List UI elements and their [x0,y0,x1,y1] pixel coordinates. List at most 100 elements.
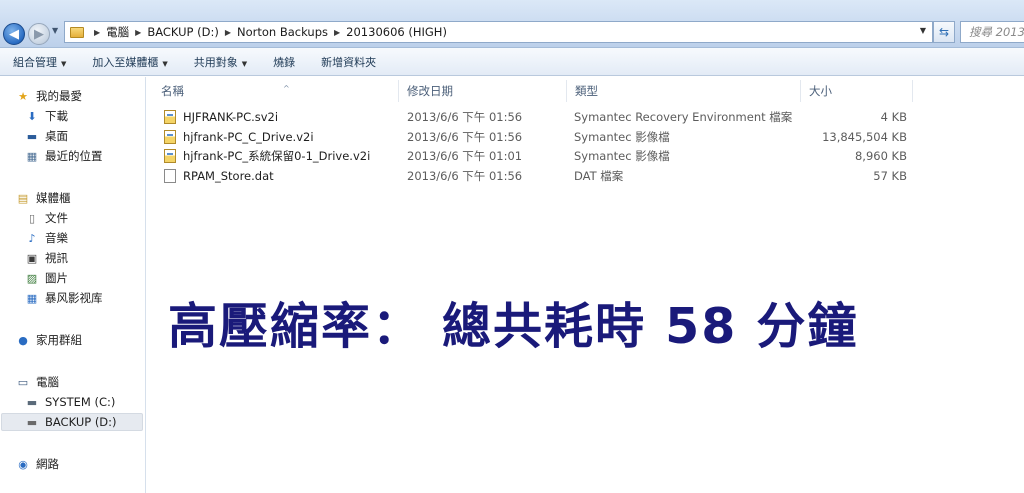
file-modified: 2013/6/6 下午 01:01 [407,149,523,163]
search-input[interactable]: 搜尋 20130 [960,21,1024,43]
nav-network[interactable]: ◉ 網路 [16,455,59,473]
nav-desktop-label: 桌面 [45,129,68,143]
file-size: 8,960 KB [854,149,907,163]
homegroup-icon: ● [18,333,28,347]
nav-computer[interactable]: ▭ 電腦 [16,373,59,391]
nav-favorites[interactable]: ★ 我的最愛 [16,87,82,105]
film-icon: ▣ [26,251,38,265]
share-with-menu[interactable]: 共用對象 ▼ [181,54,260,70]
file-name-cell[interactable]: hjfrank-PC_系統保留0-1_Drive.v2i [164,146,370,166]
file-name: hjfrank-PC_C_Drive.v2i [183,130,314,144]
organize-menu[interactable]: 組合管理 ▼ [0,54,79,70]
chevron-right-icon[interactable]: ▶ [225,28,231,37]
back-button[interactable]: ◀ [3,23,25,45]
file-name: hjfrank-PC_系統保留0-1_Drive.v2i [183,149,371,163]
nav-recent-label: 最近的位置 [45,149,103,163]
hard-drive-icon: ▬ [26,415,38,429]
add-to-library-menu[interactable]: 加入至媒體櫃 ▼ [79,54,180,70]
nav-libraries-label: 媒體櫃 [36,191,71,205]
nav-drive-d[interactable]: ▬ BACKUP (D:) [1,413,143,431]
file-name-cell[interactable]: hjfrank-PC_C_Drive.v2i [164,127,314,147]
table-row[interactable]: hjfrank-PC_系統保留0-1_Drive.v2i 2013/6/6 下午… [160,146,920,166]
file-modified: 2013/6/6 下午 01:56 [407,110,523,124]
forward-arrow-icon: ▶ [34,26,44,42]
file-name: RPAM_Store.dat [183,169,274,183]
column-modified-label: 修改日期 [407,84,453,98]
nav-desktop[interactable]: ▬ 桌面 [25,127,68,145]
chevron-right-icon[interactable]: ▶ [135,28,141,37]
nav-libraries[interactable]: ▤ 媒體櫃 [16,189,71,207]
nav-drive-d-label: BACKUP (D:) [45,415,117,429]
media-library-icon: ▦ [26,291,38,305]
nav-downloads[interactable]: ⬇ 下載 [25,107,68,125]
column-header-type[interactable]: 類型 [569,80,801,102]
nav-drive-c[interactable]: ▬ SYSTEM (C:) [25,393,116,411]
star-icon: ★ [18,89,28,103]
nav-documents-label: 文件 [45,211,68,225]
nav-homegroup-label: 家用群組 [36,333,82,347]
file-type: Symantec Recovery Environment 檔案 [574,110,793,124]
nav-documents[interactable]: ▯ 文件 [25,209,68,227]
v2i-image-icon [164,149,176,163]
table-row[interactable]: HJFRANK-PC.sv2i 2013/6/6 下午 01:56 Symant… [160,107,920,127]
address-field[interactable]: ▶ 電腦 ▶ BACKUP (D:) ▶ Norton Backups ▶ 20… [64,21,933,43]
breadcrumb-computer[interactable]: 電腦 [106,24,129,40]
file-size: 57 KB [873,169,907,183]
nav-storm-label: 暴风影视库 [45,291,103,305]
organize-label: 組合管理 [13,55,57,69]
breadcrumb-norton-backups[interactable]: Norton Backups [237,25,328,39]
nav-videos-label: 視訊 [45,251,68,265]
network-icon: ◉ [18,457,28,471]
nav-videos[interactable]: ▣ 視訊 [25,249,68,267]
nav-pictures[interactable]: ▨ 圖片 [25,269,68,287]
file-type: DAT 檔案 [574,169,624,183]
computer-icon: ▭ [17,375,29,389]
v2i-image-icon [164,130,176,144]
address-dropdown-icon[interactable]: ▼ [920,26,926,35]
file-name-cell[interactable]: RPAM_Store.dat [164,166,274,186]
nav-favorites-label: 我的最愛 [36,89,82,103]
compression-time-caption: 高壓縮率： 總共耗時 58 分鐘 [168,298,859,355]
file-list-pane: 名稱 ^ 修改日期 類型 大小 HJFRANK-PC.sv2i 2013/6/6 … [147,77,1024,493]
library-icon: ▤ [17,191,29,205]
file-name-cell[interactable]: HJFRANK-PC.sv2i [164,107,278,127]
column-header-modified[interactable]: 修改日期 [401,80,567,102]
nav-homegroup[interactable]: ● 家用群組 [16,331,82,349]
folder-icon [70,26,84,38]
column-header-size[interactable]: 大小 [803,80,913,102]
address-bar-region: ◀ ▶ ▼ ▶ 電腦 ▶ BACKUP (D:) ▶ Norton Backup… [0,0,1024,48]
breadcrumb-current-folder[interactable]: 20130606 (HIGH) [346,25,447,39]
new-folder-button[interactable]: 新增資料夾 [308,54,389,70]
sv2i-file-icon [164,110,176,124]
file-size: 13,845,504 KB [822,130,907,144]
table-row[interactable]: hjfrank-PC_C_Drive.v2i 2013/6/6 下午 01:56… [160,127,920,147]
chevron-down-icon: ▼ [241,59,248,68]
nav-music[interactable]: ♪ 音樂 [25,229,68,247]
navigation-pane: ★ 我的最愛 ⬇ 下載 ▬ 桌面 ▦ 最近的位置 ▤ 媒體櫃 ▯ 文件 ♪ 音樂 ▣ 視訊 ▨ 圖… [0,77,146,493]
sort-caret-icon: ^ [283,84,290,93]
nav-drive-c-label: SYSTEM (C:) [45,395,116,409]
breadcrumb-backup-drive[interactable]: BACKUP (D:) [147,25,219,39]
nav-pictures-label: 圖片 [45,271,68,285]
recent-places-icon: ▦ [26,149,38,163]
nav-recent[interactable]: ▦ 最近的位置 [25,147,103,165]
file-name: HJFRANK-PC.sv2i [183,110,279,124]
nav-storm-library[interactable]: ▦ 暴风影视库 [25,289,103,307]
add-to-library-label: 加入至媒體櫃 [92,55,159,69]
file-type: Symantec 影像檔 [574,149,670,163]
refresh-button[interactable]: ⇆ [933,21,955,43]
column-size-label: 大小 [809,84,832,98]
recent-pages-dropdown-icon[interactable]: ▼ [52,26,58,35]
table-row[interactable]: RPAM_Store.dat 2013/6/6 下午 01:56 DAT 檔案 … [160,166,920,186]
picture-icon: ▨ [26,271,38,285]
burn-button[interactable]: 燒錄 [260,54,308,70]
chevron-right-icon[interactable]: ▶ [94,28,100,37]
file-modified: 2013/6/6 下午 01:56 [407,130,523,144]
column-header-name[interactable]: 名稱 ^ [155,80,399,102]
command-bar: 組合管理 ▼ 加入至媒體櫃 ▼ 共用對象 ▼ 燒錄 新增資料夾 [0,48,1024,76]
file-size: 4 KB [880,110,907,124]
forward-button[interactable]: ▶ [28,23,50,45]
nav-downloads-label: 下載 [45,109,68,123]
chevron-right-icon[interactable]: ▶ [334,28,340,37]
system-drive-icon: ▬ [26,395,38,409]
